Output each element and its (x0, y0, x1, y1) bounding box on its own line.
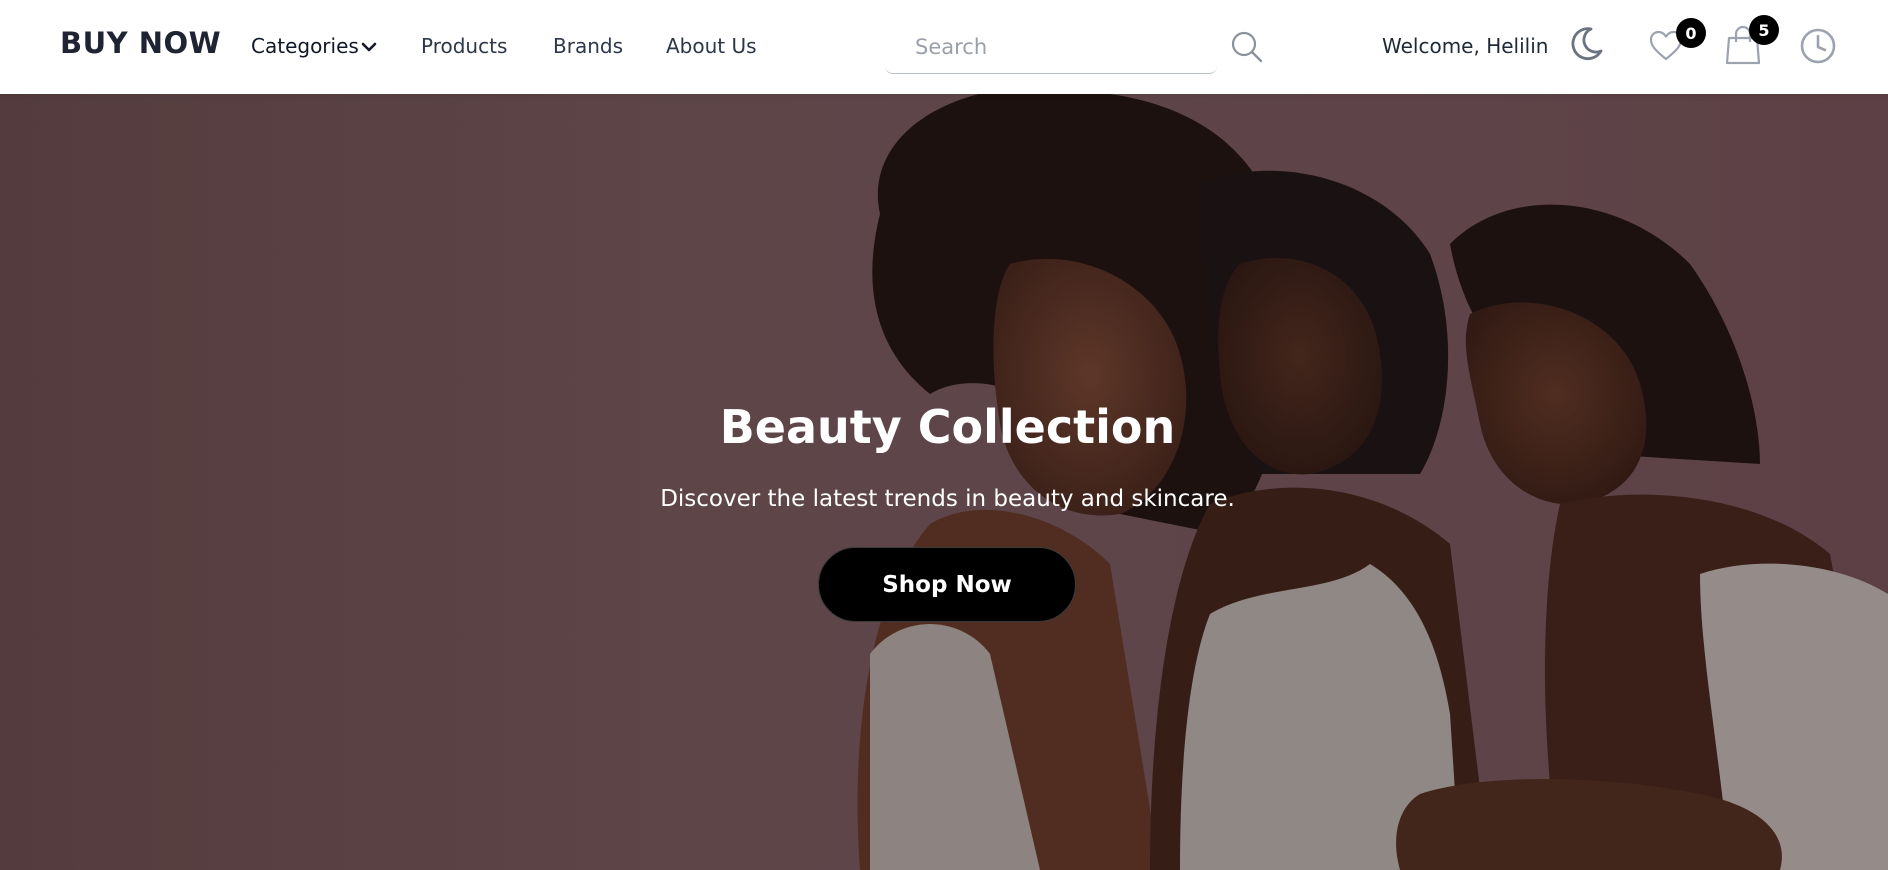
top-navbar: BUY NOW Categories Products Brands About… (0, 0, 1888, 94)
search-box (885, 20, 1217, 74)
hero-subtitle: Discover the latest trends in beauty and… (660, 486, 1235, 512)
chevron-down-icon (361, 34, 377, 58)
nav-categories-label: Categories (251, 34, 359, 58)
hero-overlay (0, 94, 1888, 870)
welcome-message: Welcome, Helilin (1382, 34, 1549, 58)
brand-logo[interactable]: BUY NOW (60, 26, 221, 60)
cart-count-badge: 5 (1749, 15, 1779, 45)
clock-icon[interactable] (1798, 26, 1838, 66)
nav-categories-dropdown[interactable]: Categories (251, 34, 377, 58)
search-icon[interactable] (1230, 30, 1264, 64)
moon-icon[interactable] (1567, 24, 1605, 62)
shop-now-button[interactable]: Shop Now (818, 547, 1076, 622)
hero-banner: Beauty Collection Discover the latest tr… (0, 94, 1888, 870)
favorites-count-badge: 0 (1676, 18, 1706, 48)
nav-products-link[interactable]: Products (421, 34, 507, 58)
nav-about-link[interactable]: About Us (666, 34, 757, 58)
search-input[interactable] (885, 20, 1217, 73)
hero-title: Beauty Collection (719, 400, 1176, 454)
nav-brands-link[interactable]: Brands (553, 34, 623, 58)
